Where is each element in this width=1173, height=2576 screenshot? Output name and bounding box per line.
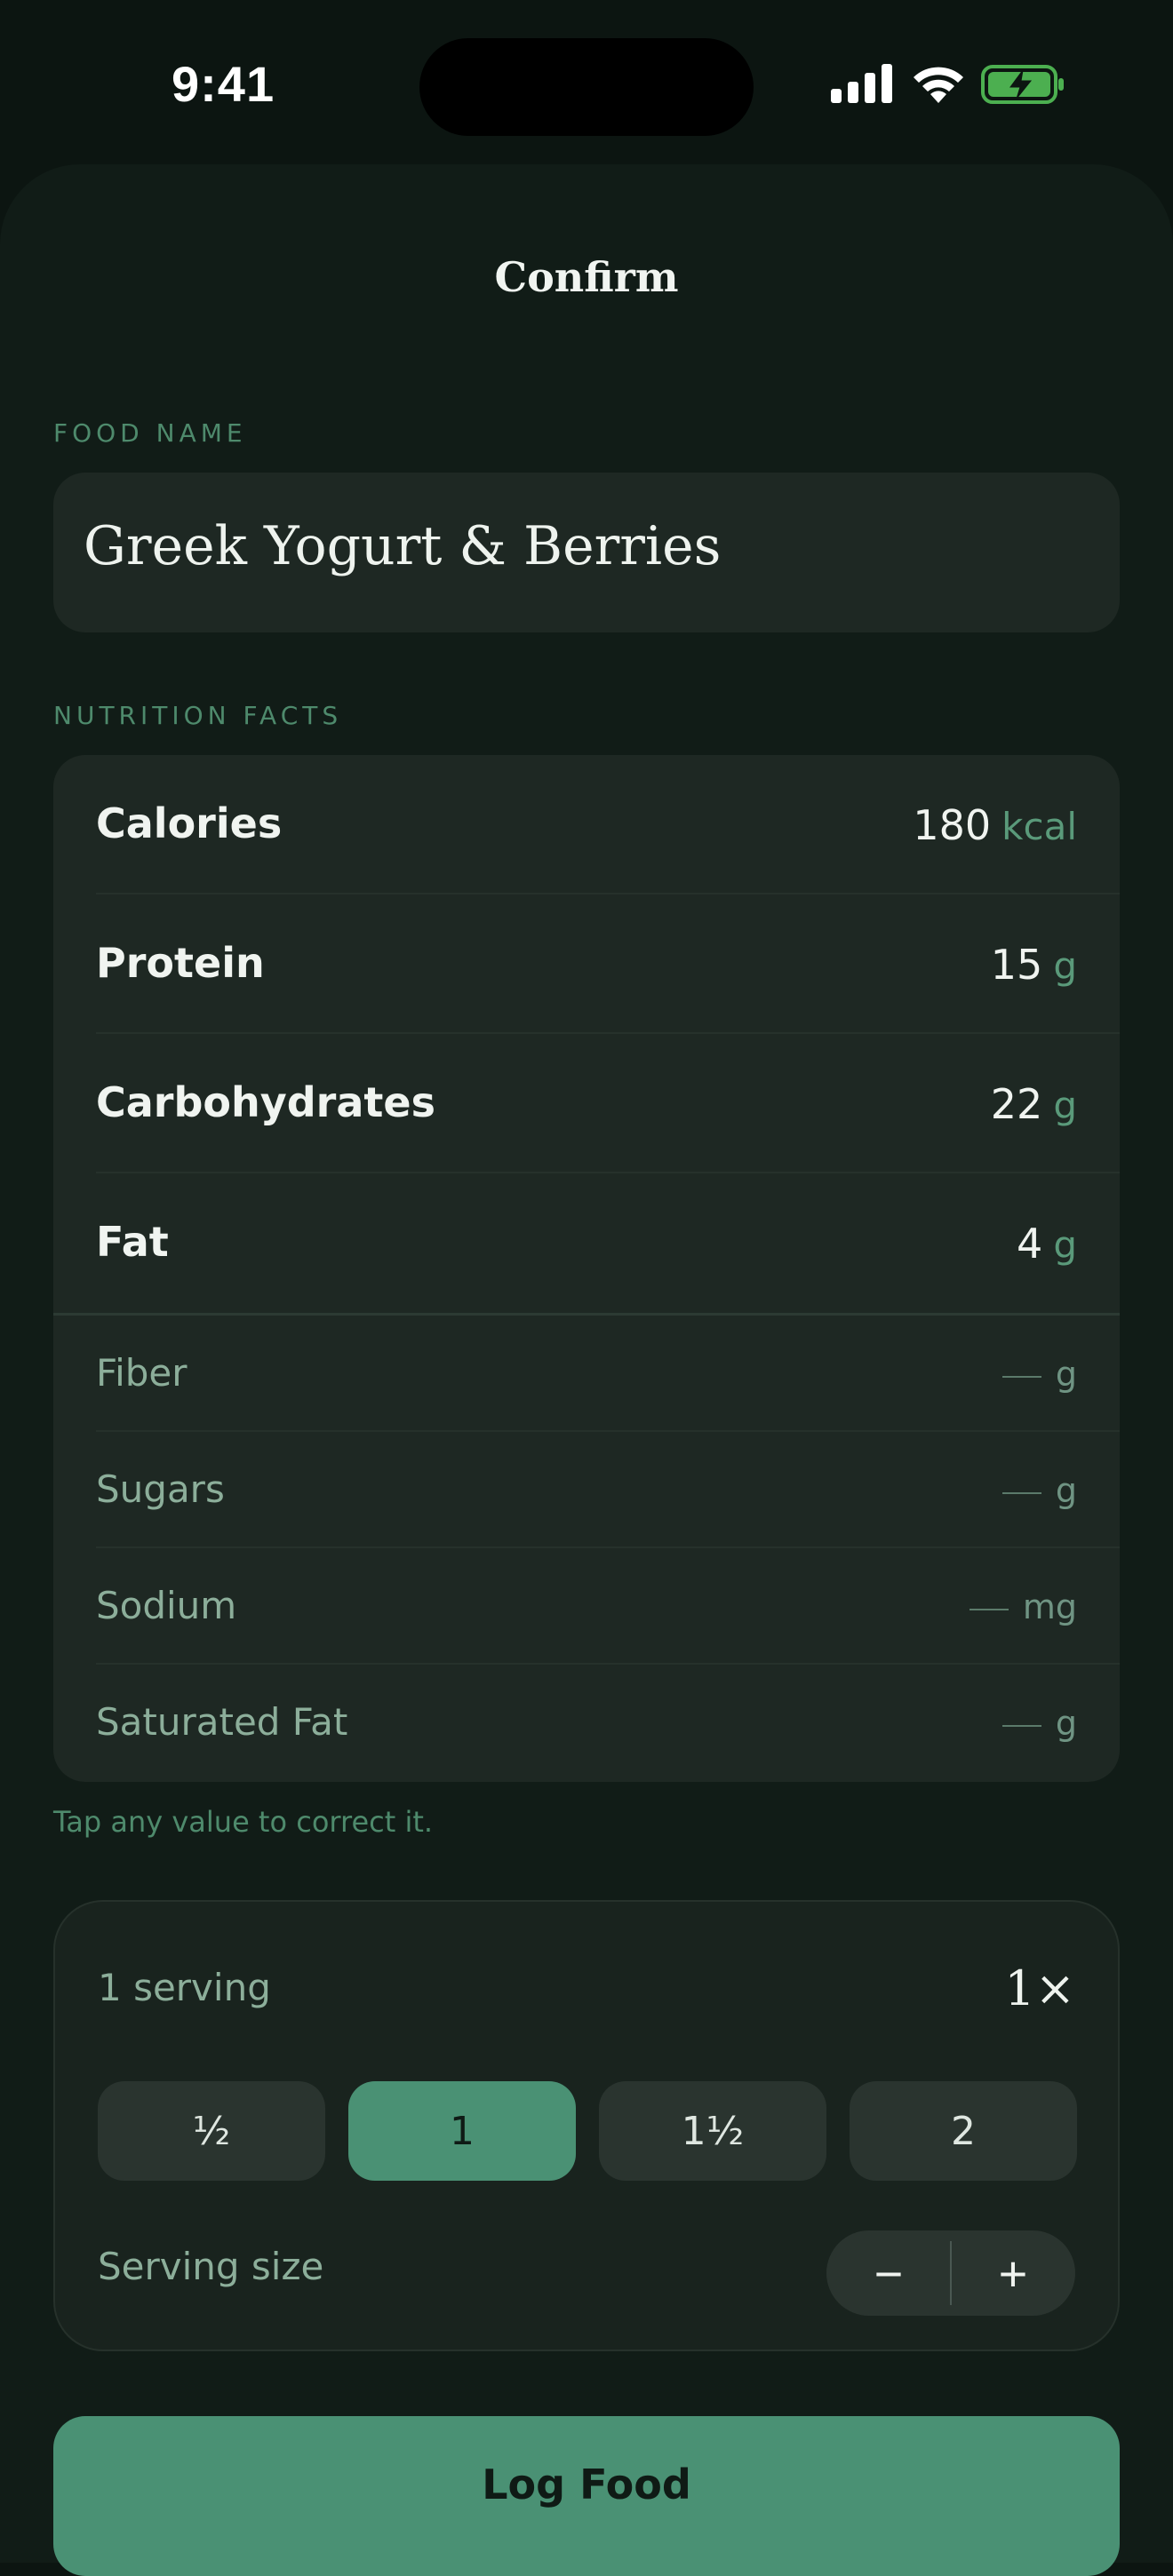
nutrient-label: Sodium (96, 1584, 237, 1627)
serving-chip-two[interactable]: 2 (850, 2081, 1077, 2181)
nutrient-label: Calories (96, 799, 283, 847)
nutrient-value-group: g (1001, 1471, 1077, 1510)
nutrition-row-calories[interactable]: Calories 180 kcal (96, 755, 1120, 894)
nutrient-value: 180 (913, 801, 992, 849)
nutrition-row-sugars[interactable]: Sugars g (96, 1432, 1120, 1548)
serving-size-label: Serving size (98, 2245, 324, 2288)
nutrient-unit: g (1053, 1223, 1077, 1267)
nutrient-label: Carbohydrates (96, 1078, 435, 1126)
nutrient-value-group: 15 g (991, 941, 1077, 989)
nutrient-label: Fiber (96, 1351, 188, 1395)
nutrient-value-group: g (1001, 1704, 1077, 1743)
nutrition-facts-label: NUTRITION FACTS (53, 701, 343, 730)
status-bar: 9:41 (0, 0, 1173, 164)
nutrient-value-group: g (1001, 1355, 1077, 1394)
dynamic-island (419, 38, 754, 136)
nutrient-unit: g (1055, 1704, 1077, 1743)
confirm-sheet: Confirm FOOD NAME Greek Yogurt & Berries… (0, 164, 1173, 2563)
nutrient-unit: g (1055, 1471, 1077, 1510)
empty-value-dash (1001, 1491, 1041, 1494)
wifi-icon (914, 67, 963, 103)
nutrition-card: Calories 180 kcal Protein 15 g Carbohydrat… (53, 755, 1120, 1782)
nutrient-label: Fat (96, 1218, 169, 1266)
empty-value-dash (1001, 1375, 1041, 1378)
nutrient-unit: g (1053, 1084, 1077, 1127)
nutrient-value: 22 (990, 1080, 1043, 1128)
serving-card: 1 serving 1× ½ 1 1½ 2 Serving size − + (53, 1900, 1120, 2351)
nutrient-unit: mg (1022, 1587, 1077, 1626)
nutrient-value: 15 (990, 941, 1043, 989)
increment-button[interactable]: + (951, 2230, 1075, 2316)
serving-chip-one[interactable]: 1 (348, 2081, 576, 2181)
nutrient-unit: g (1053, 944, 1077, 988)
nutrient-value-group: 180 kcal (913, 801, 1077, 849)
nutrient-unit: kcal (1001, 805, 1077, 848)
nutrition-row-saturated-fat[interactable]: Saturated Fat g (96, 1665, 1120, 1781)
nutrient-unit: g (1055, 1355, 1077, 1394)
edit-hint: Tap any value to correct it. (53, 1805, 434, 1839)
nutrition-row-sodium[interactable]: Sodium mg (96, 1548, 1120, 1665)
nutrient-value-group: 22 g (991, 1080, 1077, 1128)
battery-charging-icon (981, 65, 1064, 104)
decrement-button[interactable]: − (826, 2230, 951, 2316)
nutrition-row-protein[interactable]: Protein 15 g (96, 894, 1120, 1034)
food-name-label: FOOD NAME (53, 418, 247, 448)
nutrient-label: Protein (96, 939, 265, 987)
nutrition-row-fat[interactable]: Fat 4g (96, 1173, 1120, 1313)
log-food-label: Log Food (482, 2461, 691, 2508)
nutrition-row-carbohydrates[interactable]: Carbohydrates 22 g (96, 1034, 1120, 1173)
empty-value-dash (969, 1608, 1009, 1610)
page-title: Confirm (494, 253, 679, 301)
nutrient-value-group: 4g (1017, 1220, 1077, 1268)
food-name-value: Greek Yogurt & Berries (84, 515, 722, 577)
signal-icon (831, 64, 892, 103)
food-name-field[interactable]: Greek Yogurt & Berries (53, 473, 1120, 632)
empty-value-dash (1001, 1724, 1041, 1727)
nutrient-value-group: mg (969, 1587, 1077, 1626)
serving-multiplier: 1× (1004, 1960, 1075, 2016)
nutrient-value: 4 (1017, 1220, 1043, 1268)
log-food-button[interactable]: Log Food (53, 2416, 1120, 2576)
status-time: 9:41 (172, 56, 275, 112)
serving-chip-one-and-half[interactable]: 1½ (599, 2081, 826, 2181)
nutrition-row-fiber[interactable]: Fiber g (96, 1316, 1120, 1432)
nutrient-label: Saturated Fat (96, 1700, 348, 1744)
serving-chip-half[interactable]: ½ (98, 2081, 325, 2181)
serving-count: 1 serving (98, 1966, 271, 2009)
nutrient-label: Sugars (96, 1467, 225, 1511)
serving-size-stepper: − + (826, 2230, 1075, 2316)
